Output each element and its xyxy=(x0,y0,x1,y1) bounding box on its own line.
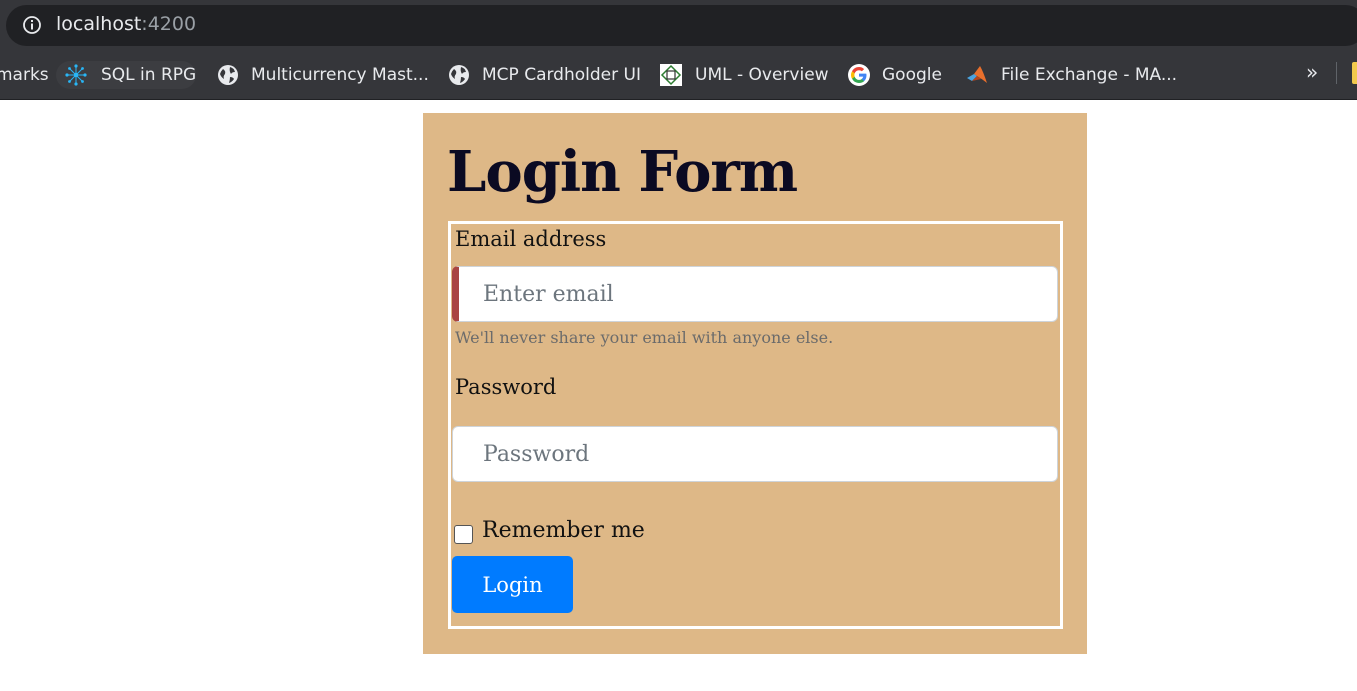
google-icon xyxy=(848,64,870,86)
bookmarks-overflow-button[interactable]: » xyxy=(1306,60,1318,84)
bookmark-label: Multicurrency Mast... xyxy=(251,65,429,85)
browser-address-bar: localhost:4200 xyxy=(0,0,1357,48)
url-port: :4200 xyxy=(141,13,197,35)
info-icon[interactable] xyxy=(22,15,42,35)
bookmark-item-sql-in-rpg[interactable]: SQL in RPG xyxy=(56,61,196,89)
bookmark-item-mcp-cardholder[interactable]: MCP Cardholder UI xyxy=(447,61,642,89)
omnibox[interactable] xyxy=(6,5,1357,46)
bookmark-label: SQL in RPG xyxy=(101,65,197,85)
remember-me-checkbox[interactable] xyxy=(454,525,473,544)
email-label: Email address xyxy=(455,227,607,251)
bookmark-item-partial[interactable]: marks xyxy=(0,61,49,89)
url-text[interactable]: localhost:4200 xyxy=(56,13,196,35)
bookmark-item-uml[interactable]: UML - Overview xyxy=(659,61,829,89)
bookmarks-divider xyxy=(1336,62,1337,84)
login-button[interactable]: Login xyxy=(452,556,573,613)
bookmark-label: MCP Cardholder UI xyxy=(482,65,641,85)
password-field[interactable] xyxy=(452,426,1058,482)
login-form: Email address We'll never share your ema… xyxy=(448,221,1063,629)
remember-me-label[interactable]: Remember me xyxy=(482,518,645,543)
bookmark-label: Google xyxy=(882,65,942,85)
bookmark-label: marks xyxy=(0,65,49,85)
uml-icon xyxy=(660,64,682,86)
bookmarks-bar: marks SQL in RPG Multicurrency Mast... M… xyxy=(0,48,1357,100)
page-title: Login Form xyxy=(447,139,798,205)
email-help-text: We'll never share your email with anyone… xyxy=(455,328,834,347)
folder-icon[interactable] xyxy=(1352,62,1357,84)
matlab-icon xyxy=(967,66,987,83)
bookmark-item-multicurrency[interactable]: Multicurrency Mast... xyxy=(216,61,429,89)
globe-icon xyxy=(449,65,469,85)
globe-icon xyxy=(218,65,238,85)
bookmark-item-google[interactable]: Google xyxy=(847,61,947,89)
bookmark-label: File Exchange - MA... xyxy=(1001,65,1178,85)
email-field[interactable] xyxy=(452,266,1058,322)
bookmark-item-file-exchange[interactable]: File Exchange - MA... xyxy=(965,61,1178,89)
url-host: localhost xyxy=(56,13,142,35)
network-icon xyxy=(65,64,87,86)
bookmark-label: UML - Overview xyxy=(695,65,829,85)
login-panel: Login Form Email address We'll never sha… xyxy=(423,113,1087,654)
password-label: Password xyxy=(455,375,557,399)
